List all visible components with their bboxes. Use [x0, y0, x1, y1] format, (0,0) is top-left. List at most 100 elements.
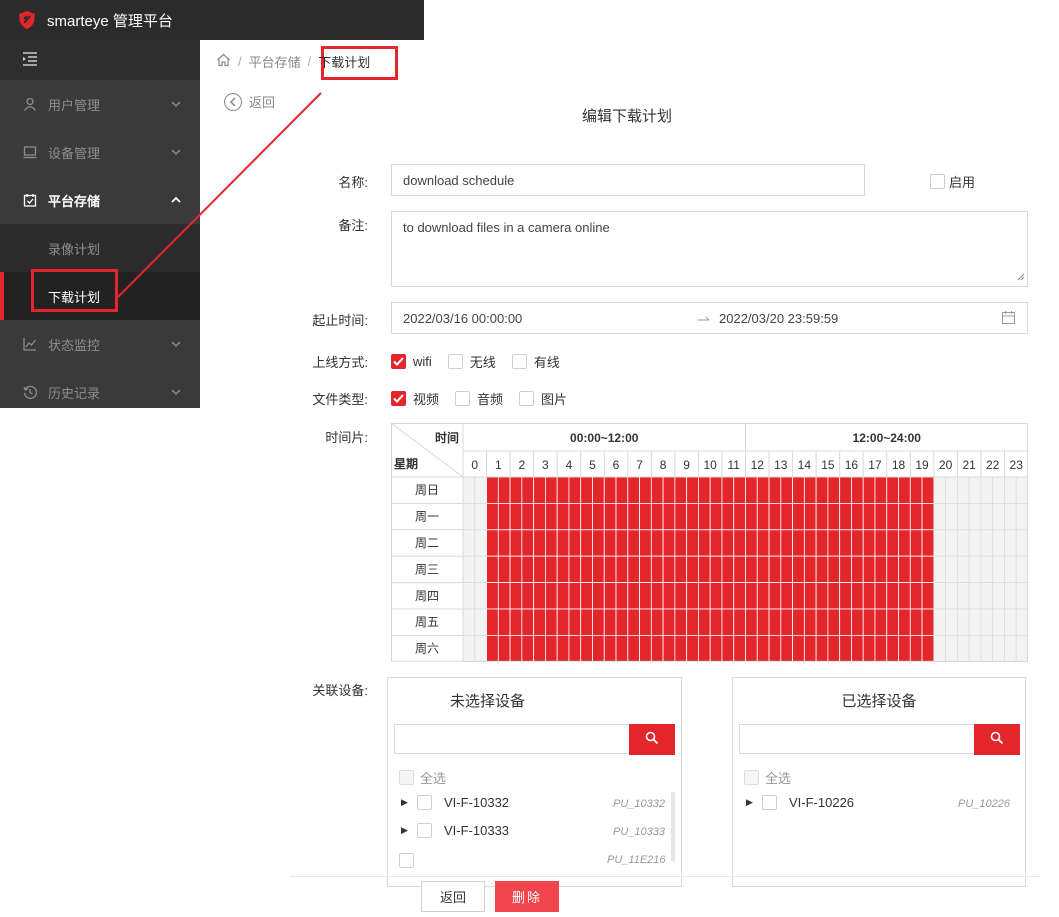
caret-right-icon[interactable]: ▶ — [401, 825, 411, 836]
time-slot-cell[interactable] — [698, 634, 711, 662]
time-slot-cell[interactable] — [709, 476, 723, 504]
time-slot-cell[interactable] — [592, 529, 605, 557]
time-slot-cell[interactable] — [921, 608, 935, 636]
time-slot-cell[interactable] — [933, 608, 947, 636]
time-slot-cell[interactable] — [980, 634, 994, 662]
time-slot-cell[interactable] — [627, 503, 640, 531]
sidebar-item-status-monitor[interactable]: 状态监控 — [0, 320, 200, 368]
time-slot-cell[interactable] — [615, 476, 629, 504]
time-slot-cell[interactable] — [686, 608, 699, 636]
time-slot-cell[interactable] — [709, 634, 723, 662]
time-slot-cell[interactable] — [580, 503, 593, 531]
time-slot-cell[interactable] — [592, 503, 605, 531]
time-slot-cell[interactable] — [650, 503, 664, 531]
name-input[interactable]: download schedule — [391, 164, 865, 196]
time-slot-cell[interactable] — [521, 555, 535, 583]
time-slot-cell[interactable] — [992, 608, 1005, 636]
time-slot-cell[interactable] — [909, 608, 923, 636]
time-slot-cell[interactable] — [615, 503, 629, 531]
time-slot-cell[interactable] — [945, 555, 958, 583]
checkbox-wireless[interactable] — [447, 354, 463, 369]
time-slot-cell[interactable] — [768, 476, 782, 504]
time-slot-cell[interactable] — [721, 634, 735, 662]
time-slot-cell[interactable] — [650, 608, 664, 636]
time-slot-cell[interactable] — [733, 503, 746, 531]
sidebar-item-user-management[interactable]: 用户管理 — [0, 80, 200, 128]
time-slot-cell[interactable] — [615, 555, 629, 583]
time-slot-grid[interactable]: 时间星期00:00~12:00 12:00~24:000 1 2 3 4 5 6 7 8 9 10 11… — [391, 423, 1028, 662]
time-slot-cell[interactable] — [898, 476, 911, 504]
time-slot-cell[interactable] — [851, 529, 864, 557]
time-slot-cell[interactable] — [945, 503, 958, 531]
time-slot-cell[interactable] — [768, 503, 782, 531]
time-slot-cell[interactable] — [462, 634, 476, 662]
time-slot-cell[interactable] — [580, 582, 593, 610]
time-slot-cell[interactable] — [780, 529, 793, 557]
time-slot-cell[interactable] — [733, 476, 746, 504]
time-slot-cell[interactable] — [568, 582, 582, 610]
time-slot-cell[interactable] — [874, 608, 888, 636]
sidebar-item-device-management[interactable]: 设备管理 — [0, 128, 200, 176]
time-slot-cell[interactable] — [733, 529, 746, 557]
sidebar-item-platform-storage[interactable]: 平台存储 — [0, 176, 200, 224]
time-slot-cell[interactable] — [709, 555, 723, 583]
time-slot-cell[interactable] — [462, 582, 476, 610]
time-slot-cell[interactable] — [474, 555, 487, 583]
time-slot-cell[interactable] — [568, 503, 582, 531]
time-slot-cell[interactable] — [886, 503, 899, 531]
time-slot-cell[interactable] — [462, 503, 476, 531]
time-slot-cell[interactable] — [462, 476, 476, 504]
time-slot-cell[interactable] — [768, 529, 782, 557]
time-slot-cell[interactable] — [851, 608, 864, 636]
time-slot-cell[interactable] — [486, 608, 499, 636]
select-all-checkbox[interactable] — [744, 770, 759, 785]
time-slot-cell[interactable] — [792, 476, 805, 504]
time-slot-cell[interactable] — [956, 476, 970, 504]
time-slot-cell[interactable] — [650, 529, 664, 557]
time-slot-cell[interactable] — [992, 476, 1005, 504]
time-slot-cell[interactable] — [921, 529, 935, 557]
remark-textarea[interactable]: to download files in a camera online — [391, 211, 1028, 287]
time-slot-cell[interactable] — [874, 555, 888, 583]
time-slot-cell[interactable] — [756, 608, 770, 636]
time-slot-cell[interactable] — [639, 582, 652, 610]
time-slot-cell[interactable] — [780, 476, 793, 504]
time-slot-cell[interactable] — [827, 555, 841, 583]
time-slot-cell[interactable] — [603, 582, 617, 610]
time-slot-cell[interactable] — [486, 503, 499, 531]
time-slot-cell[interactable] — [933, 634, 947, 662]
time-slot-cell[interactable] — [956, 634, 970, 662]
time-slot-cell[interactable] — [968, 634, 982, 662]
time-slot-cell[interactable] — [509, 634, 523, 662]
time-slot-cell[interactable] — [509, 608, 523, 636]
time-slot-cell[interactable] — [839, 608, 852, 636]
time-slot-cell[interactable] — [756, 476, 770, 504]
time-slot-cell[interactable] — [992, 582, 1005, 610]
time-slot-cell[interactable] — [980, 529, 994, 557]
time-slot-cell[interactable] — [592, 555, 605, 583]
time-slot-cell[interactable] — [992, 503, 1005, 531]
time-slot-cell[interactable] — [886, 634, 899, 662]
time-slot-cell[interactable] — [580, 529, 593, 557]
time-slot-cell[interactable] — [639, 476, 652, 504]
time-slot-cell[interactable] — [909, 529, 923, 557]
time-slot-cell[interactable] — [674, 529, 688, 557]
time-slot-cell[interactable] — [521, 608, 535, 636]
time-slot-cell[interactable] — [862, 555, 876, 583]
time-slot-cell[interactable] — [709, 503, 723, 531]
time-slot-cell[interactable] — [698, 582, 711, 610]
time-slot-cell[interactable] — [733, 634, 746, 662]
time-slot-cell[interactable] — [544, 476, 558, 504]
time-slot-cell[interactable] — [874, 529, 888, 557]
time-slot-cell[interactable] — [921, 476, 935, 504]
time-slot-cell[interactable] — [592, 476, 605, 504]
back-button[interactable]: 返回 — [421, 881, 485, 912]
time-slot-cell[interactable] — [898, 634, 911, 662]
time-slot-cell[interactable] — [815, 608, 829, 636]
time-slot-cell[interactable] — [851, 582, 864, 610]
time-slot-cell[interactable] — [815, 634, 829, 662]
time-slot-cell[interactable] — [639, 555, 652, 583]
time-slot-cell[interactable] — [968, 476, 982, 504]
time-slot-cell[interactable] — [721, 582, 735, 610]
device-tree-item[interactable] — [399, 853, 426, 868]
